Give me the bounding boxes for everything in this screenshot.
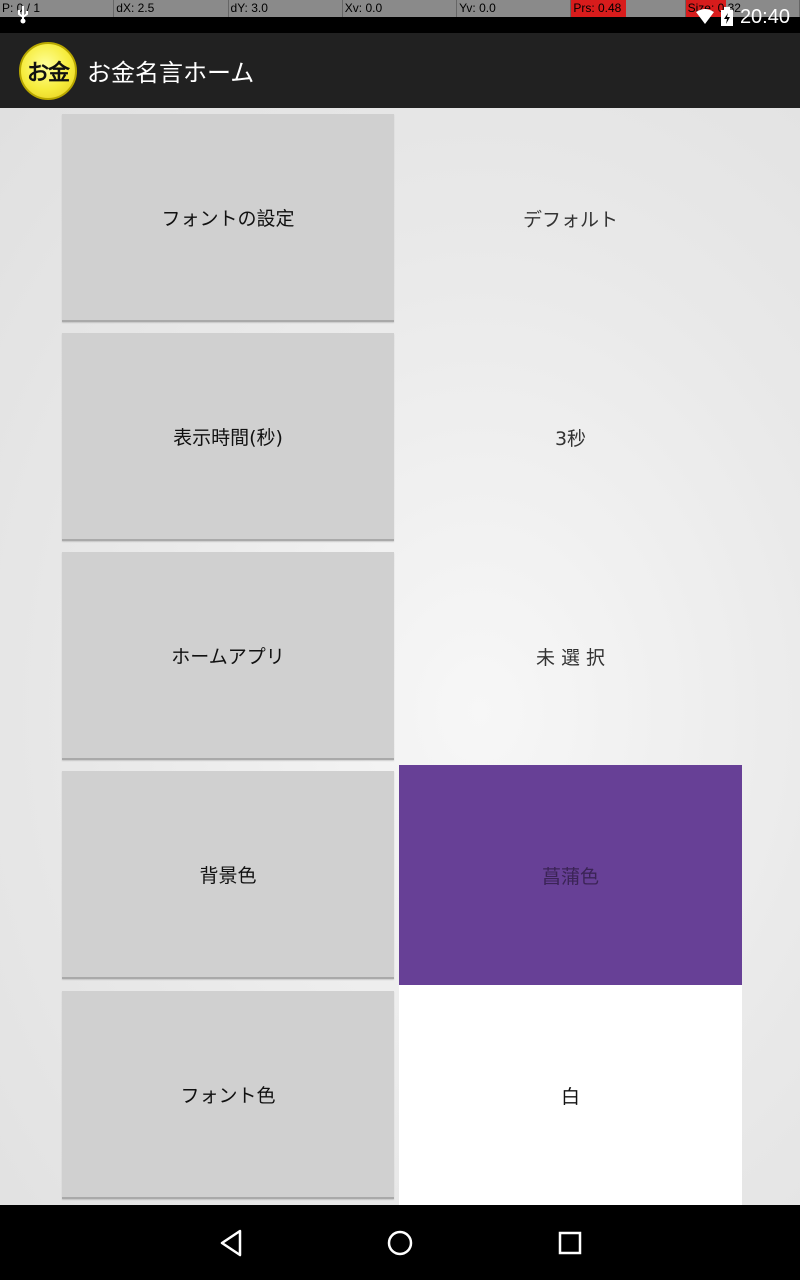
home-icon xyxy=(387,1230,413,1256)
display-time-value: 3秒 xyxy=(554,427,587,450)
settings-list[interactable]: フォントの設定 デフォルト 表示時間(秒) 3秒 ホームアプリ 未 選 択 背景… xyxy=(0,108,800,1205)
font-color-button[interactable]: フォント色 xyxy=(62,991,394,1199)
debug-prs: Prs: 0.48 xyxy=(571,0,627,17)
setting-row-font-color: フォント色 白 xyxy=(62,985,742,1205)
app-logo-text: お金 xyxy=(26,60,70,86)
status-icons: 20:40 xyxy=(695,4,790,30)
background-color-button[interactable]: 背景色 xyxy=(62,771,394,979)
home-app-button[interactable]: ホームアプリ xyxy=(62,552,394,760)
recents-icon xyxy=(558,1231,582,1255)
usb-debug-icon xyxy=(16,6,30,28)
status-time: 20:40 xyxy=(739,5,790,28)
debug-xv: Xv: 0.0 xyxy=(343,0,458,17)
font-color-swatch: 白 xyxy=(399,985,742,1205)
debug-yv: Yv: 0.0 xyxy=(457,0,572,17)
navigation-bar xyxy=(0,1205,800,1280)
debug-prs-cell: Prs: 0.48 xyxy=(571,0,686,17)
background-color-swatch: 菖蒲色 xyxy=(399,765,742,985)
debug-dy: dY: 3.0 xyxy=(229,0,343,17)
home-app-value: 未 選 択 xyxy=(535,646,606,669)
font-setting-button[interactable]: フォントの設定 xyxy=(62,114,394,322)
setting-row-display-time: 表示時間(秒) 3秒 xyxy=(62,333,742,543)
app-logo: お金 xyxy=(19,41,77,100)
recents-button[interactable] xyxy=(550,1225,590,1261)
setting-row-background-color: 背景色 菖蒲色 xyxy=(62,765,742,985)
app-title: お金名言ホーム xyxy=(87,59,255,87)
setting-row-font: フォントの設定 デフォルト xyxy=(62,114,742,324)
wifi-icon xyxy=(695,9,714,24)
setting-row-home-app: ホームアプリ 未 選 択 xyxy=(62,552,742,762)
back-icon xyxy=(220,1229,242,1257)
pointer-debug-overlay: P: 0 / 1 dX: 2.5 dY: 3.0 Xv: 0.0 Yv: 0.0… xyxy=(0,0,800,17)
app-bar: お金 お金名言ホーム xyxy=(0,33,800,108)
home-button[interactable] xyxy=(380,1225,420,1261)
battery-charging-icon xyxy=(720,7,733,26)
status-bar: P: 0 / 1 dX: 2.5 dY: 3.0 Xv: 0.0 Yv: 0.0… xyxy=(0,0,800,33)
back-button[interactable] xyxy=(211,1225,251,1261)
font-setting-value: デフォルト xyxy=(522,208,618,231)
display-time-button[interactable]: 表示時間(秒) xyxy=(62,333,394,541)
debug-dx: dX: 2.5 xyxy=(114,0,229,17)
